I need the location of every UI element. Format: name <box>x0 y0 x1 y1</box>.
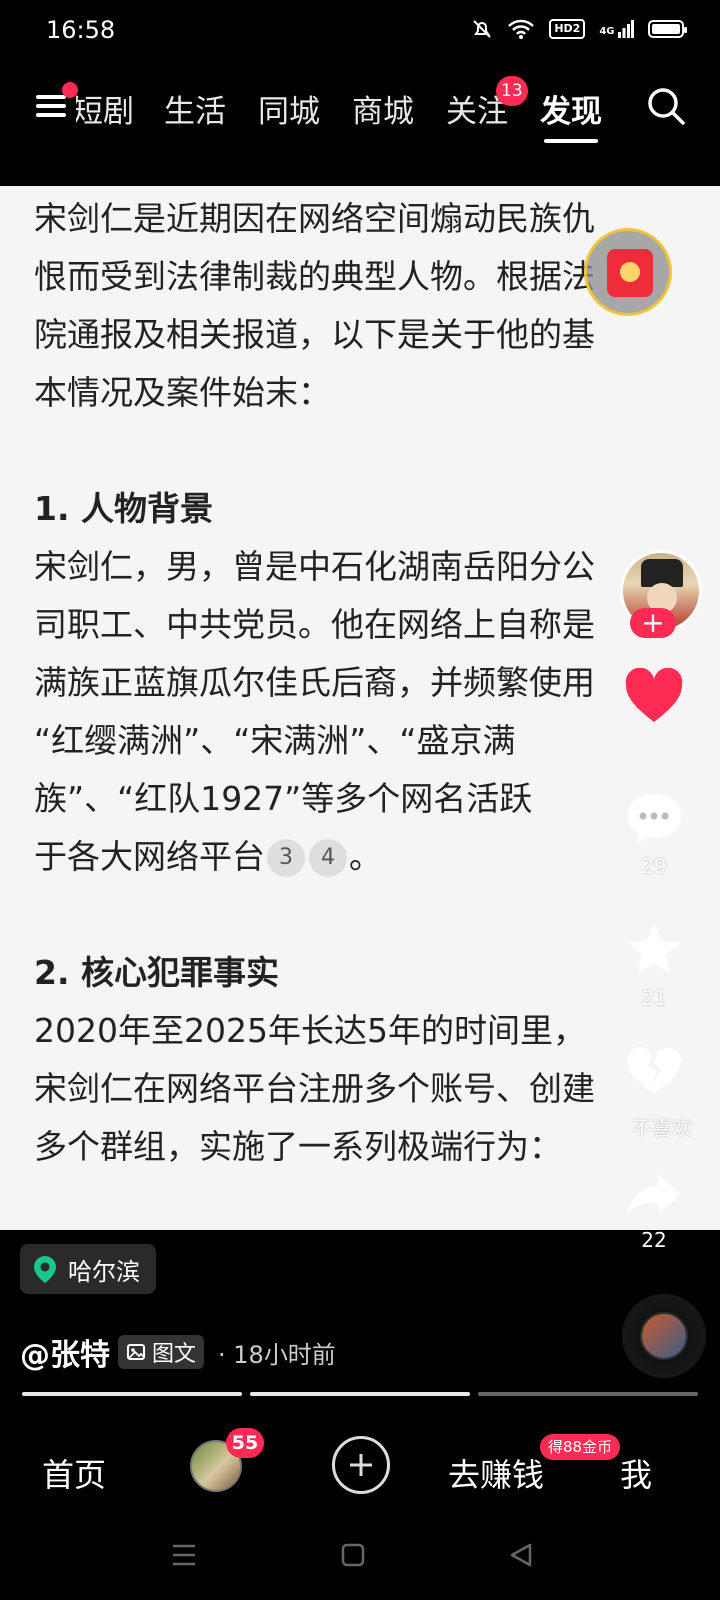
create-post-button[interactable] <box>332 1436 390 1494</box>
star-icon <box>627 923 681 974</box>
cell-signal-icon: 4G <box>599 20 634 38</box>
tab-mall[interactable]: 商城 <box>352 86 414 131</box>
location-tag[interactable]: 哈尔滨 <box>20 1244 156 1294</box>
like-button[interactable] <box>620 667 688 730</box>
image-icon <box>127 1344 145 1360</box>
status-bar: 16:58 HD2 4G <box>0 0 720 64</box>
follow-button[interactable]: + <box>630 608 676 638</box>
author-row: @张特 图文 · 18小时前 <box>20 1330 336 1374</box>
broken-heart-icon <box>627 1047 681 1094</box>
top-nav: 短剧 生活 同城 商城 关注 13 发现 <box>0 72 720 152</box>
network-type: 4G <box>599 26 615 37</box>
article-line: 2020年至2025年长达5年的时间里， <box>34 1011 586 1050</box>
article-line: 本情况及案件始末： <box>34 373 331 412</box>
following-badge: 13 <box>496 76 528 106</box>
comment-count: 29 <box>641 854 667 878</box>
tab-life[interactable]: 生活 <box>164 86 226 131</box>
progress-segment <box>250 1392 470 1396</box>
progress-segment <box>478 1392 698 1396</box>
wifi-icon <box>508 19 535 39</box>
favorite-count: 21 <box>641 986 667 1010</box>
nav-home[interactable]: 首页 <box>42 1450 106 1496</box>
section-heading: 2. 核心犯罪事实 <box>34 953 279 992</box>
post-time: · 18小时前 <box>218 1340 336 1369</box>
music-cover <box>642 1314 686 1358</box>
author-name[interactable]: @张特 <box>20 1330 110 1374</box>
tab-local[interactable]: 同城 <box>258 86 320 131</box>
article-line: 宋剑仁，男，曾是中石化湖南岳阳分公 <box>34 547 595 586</box>
bottom-nav: 首页 55 去赚钱 得88金币 我 <box>0 1420 720 1520</box>
dislike-button[interactable]: 不喜欢 <box>620 1044 692 1140</box>
reference-3[interactable]: 3 <box>267 839 305 877</box>
section-heading: 1. 人物背景 <box>34 489 213 528</box>
music-disc-button[interactable] <box>622 1294 706 1378</box>
battery-icon <box>648 20 687 38</box>
progress-segment <box>22 1392 242 1396</box>
article-line: 族”、“红队1927”等多个网名活跃 <box>34 779 533 818</box>
home-square-icon[interactable] <box>340 1542 366 1568</box>
article-text: 宋剑仁是近期因在网络空间煽动民族仇 恨而受到法律制裁的典型人物。根据法 院通报及… <box>34 190 694 1176</box>
image-progress-indicator <box>22 1392 698 1396</box>
article-line-with-refs: 于各大网络平台 3 4。 <box>34 828 694 886</box>
earn-badge: 得88金币 <box>540 1434 621 1460</box>
back-triangle-icon[interactable] <box>508 1542 534 1568</box>
hd-voice-indicator: HD2 <box>549 19 586 39</box>
location-name: 哈尔滨 <box>68 1257 140 1286</box>
article-line: 院通报及相关报道，以下是关于他的基 <box>34 315 595 354</box>
reference-4[interactable]: 4 <box>309 839 347 877</box>
article-line: 宋剑仁是近期因在网络空间煽动民族仇 <box>34 199 595 238</box>
mute-bell-icon <box>473 20 492 38</box>
nav-me[interactable]: 我 <box>620 1450 652 1496</box>
heart-icon <box>625 667 683 722</box>
search-icon[interactable] <box>646 86 686 126</box>
recent-apps-icon[interactable] <box>170 1542 198 1568</box>
article-line: 宋剑仁在网络平台注册多个账号、创建 <box>34 1069 595 1108</box>
article-text-span: 于各大网络平台 <box>34 837 265 876</box>
share-count: 22 <box>641 1228 667 1252</box>
status-time: 16:58 <box>46 16 116 44</box>
nav-earn[interactable]: 去赚钱 <box>448 1450 544 1496</box>
tab-short-drama[interactable]: 短剧 <box>76 86 134 131</box>
share-button[interactable]: 22 <box>620 1170 688 1252</box>
red-packet-button[interactable] <box>584 228 672 316</box>
dislike-label: 不喜欢 <box>632 1116 692 1140</box>
article-text-span: 。 <box>349 837 382 876</box>
article-line: 满族正蓝旗瓜尔佳氏后裔，并频繁使用 <box>34 663 595 702</box>
post-type-label: 图文 <box>152 1342 197 1367</box>
comment-icon <box>627 794 681 844</box>
friends-badge: 55 <box>226 1428 264 1458</box>
status-icons: HD2 4G <box>471 18 687 40</box>
share-arrow-icon <box>627 1174 681 1216</box>
location-pin-icon <box>34 1256 56 1283</box>
article-line: 多个群组，实施了一系列极端行为： <box>34 1127 562 1166</box>
tab-discover[interactable]: 发现 <box>540 86 602 143</box>
post-type-tag: 图文 <box>118 1335 205 1369</box>
favorite-button[interactable]: 21 <box>620 920 688 1010</box>
article-line: 司职工、中共党员。他在网络上自称是 <box>34 605 595 644</box>
post-content[interactable]: 宋剑仁是近期因在网络空间煽动民族仇 恨而受到法律制裁的典型人物。根据法 院通报及… <box>0 186 720 1230</box>
system-nav-bar <box>0 1530 720 1600</box>
comment-button[interactable]: 29 <box>620 790 688 878</box>
article-line: “红缨满洲”、“宋满洲”、“盛京满 <box>34 721 516 760</box>
red-envelope-icon <box>607 249 653 297</box>
